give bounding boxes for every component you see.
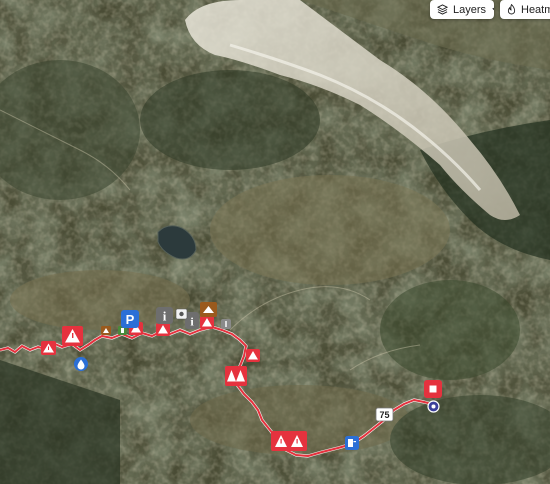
satellite-map[interactable]: P i i 75 [0, 0, 550, 484]
chevron-down-icon [491, 5, 494, 14]
amenity-icon[interactable] [101, 326, 111, 335]
info-icon[interactable]: i [156, 307, 173, 324]
finish-icon[interactable] [424, 380, 442, 398]
road-shield: 75 [375, 407, 394, 422]
warning-icon[interactable] [246, 349, 260, 362]
layers-icon [437, 4, 448, 15]
warning-icon[interactable] [200, 316, 214, 329]
parking-label: P [126, 312, 135, 327]
start-icon[interactable] [427, 400, 440, 413]
warning-icon[interactable] [271, 431, 307, 451]
camera-icon[interactable] [175, 308, 188, 320]
layers-label: Layers [453, 3, 487, 16]
water-drop-icon[interactable] [74, 357, 88, 371]
road-number: 75 [379, 410, 389, 420]
warning-icon[interactable] [225, 366, 247, 386]
layers-button[interactable]: Layers [430, 0, 494, 19]
info-icon[interactable] [221, 319, 231, 329]
info-label: i [163, 309, 167, 324]
lodging-icon[interactable] [200, 302, 217, 317]
parking-icon[interactable]: P [121, 310, 139, 328]
warning-icon[interactable] [41, 341, 56, 355]
warning-icon[interactable] [156, 323, 170, 336]
heatmap-label: Heatmap [521, 3, 550, 16]
flame-icon [507, 4, 516, 15]
warning-icon[interactable] [62, 326, 83, 346]
heatmap-button[interactable]: Heatmap [500, 0, 550, 19]
fuel-icon[interactable] [345, 436, 359, 450]
